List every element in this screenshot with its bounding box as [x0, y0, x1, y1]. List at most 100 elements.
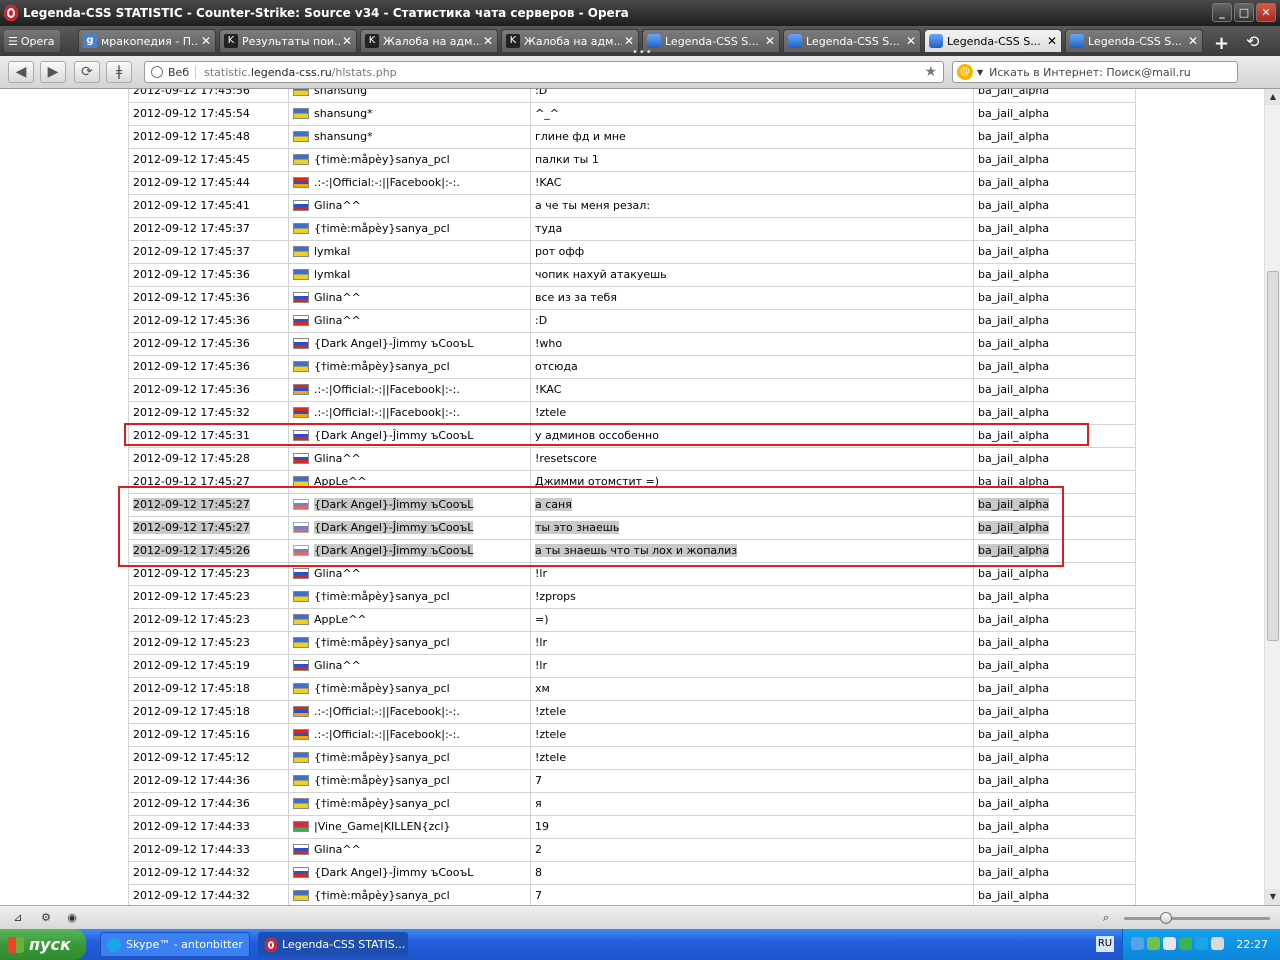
player-name[interactable]: {†imè:måpèy}sanya_pcl [314, 774, 450, 787]
tab-close-icon[interactable]: ✕ [763, 34, 777, 48]
volume-icon[interactable] [1211, 937, 1224, 950]
bookmark-star-icon[interactable]: ★ [924, 64, 937, 80]
player-name[interactable]: .:-:|Official:-:||Facebook|:-:. [314, 176, 460, 189]
player-name[interactable]: Glina^^ [314, 452, 361, 465]
closed-tabs-icon[interactable]: ⟲ [1246, 32, 1259, 51]
message-cell: :D [530, 89, 974, 103]
panel-toggle-icon[interactable]: ⊿ [10, 911, 26, 925]
map-cell: ba_jail_alpha [973, 585, 1136, 609]
player-name[interactable]: {†imè:måpèy}sanya_pcl [314, 889, 450, 902]
player-name[interactable]: {†imè:måpèy}sanya_pcl [314, 636, 450, 649]
search-engine-icon[interactable]: @ [957, 64, 973, 80]
player-name[interactable]: {Dark Angel}-Ĵimmy ъCooъL [314, 866, 473, 879]
player-name[interactable]: .:-:|Official:-:||Facebook|:-:. [314, 728, 460, 741]
message-cell: !ztele [530, 746, 974, 770]
player-name[interactable]: .:-:|Official:-:||Facebook|:-:. [314, 406, 460, 419]
chevron-down-icon[interactable]: ▼ [977, 68, 983, 77]
player-name[interactable]: {†imè:måpèy}sanya_pcl [314, 590, 450, 603]
player-name[interactable]: Glina^^ [314, 199, 361, 212]
vertical-scrollbar[interactable]: ▲ ▼ [1264, 89, 1280, 905]
maximize-button[interactable]: □ [1234, 3, 1254, 22]
player-name[interactable]: lymkal [314, 245, 350, 258]
start-button[interactable]: пуск [0, 929, 86, 960]
zoom-slider-thumb[interactable] [1160, 912, 1172, 924]
player-name[interactable]: Glina^^ [314, 567, 361, 580]
tab-close-icon[interactable]: ✕ [199, 34, 213, 48]
player-name[interactable]: .:-:|Official:-:||Facebook|:-:. [314, 383, 460, 396]
tab-close-icon[interactable]: ✕ [481, 34, 495, 48]
language-indicator[interactable]: RU [1096, 936, 1114, 952]
opera-menu-button[interactable]: ☰ Opera [4, 30, 60, 52]
player-name[interactable]: {†imè:måpèy}sanya_pcl [314, 797, 450, 810]
time-cell: 2012-09-12 17:44:36 [128, 792, 289, 816]
player-name[interactable]: lymkal [314, 268, 350, 281]
unite-icon[interactable]: ◉ [64, 911, 80, 925]
browser-tab[interactable]: Legenda-CSS S... ✕ [924, 29, 1062, 53]
antivirus-icon[interactable] [1147, 937, 1160, 950]
message-time: 2012-09-12 17:45:18 [133, 682, 250, 695]
player-name[interactable]: .:-:|Official:-:||Facebook|:-:. [314, 705, 460, 718]
country-flag-icon [293, 775, 309, 786]
scroll-up-icon[interactable]: ▲ [1265, 89, 1280, 105]
player-name[interactable]: {†imè:måpèy}sanya_pcl [314, 360, 450, 373]
player-name[interactable]: {†imè:måpèy}sanya_pcl [314, 153, 450, 166]
utorrent-icon[interactable] [1179, 937, 1192, 950]
opera-logo-icon [4, 5, 18, 21]
message-cell: 19 [530, 815, 974, 839]
tab-title: Результаты пои... [242, 34, 340, 48]
taskbar-item-opera[interactable]: Legenda-CSS STATIS... [258, 932, 408, 957]
minimize-button[interactable]: _ [1212, 3, 1232, 22]
browser-tab[interactable]: K Жалоба на адм... ✕ [360, 29, 498, 53]
new-tab-button[interactable]: + [1214, 33, 1229, 54]
map-name: ba_jail_alpha [978, 728, 1050, 741]
reload-button[interactable]: ⟳ [74, 61, 100, 83]
taskbar-item-skype[interactable]: Skype™ - antonbitter [100, 932, 250, 957]
search-input[interactable]: @ ▼ Искать в Интернет: Поиск@mail.ru [952, 61, 1238, 83]
scroll-down-icon[interactable]: ▼ [1265, 889, 1280, 905]
player-name[interactable]: Glina^^ [314, 843, 361, 856]
tab-close-icon[interactable]: ✕ [904, 34, 918, 48]
signal-icon[interactable] [1163, 937, 1176, 950]
turbo-icon[interactable]: ⚙ [38, 911, 54, 925]
player-name[interactable]: Glina^^ [314, 659, 361, 672]
time-cell: 2012-09-12 17:45:36 [128, 355, 289, 379]
zoom-icon[interactable]: ⌕ [1098, 911, 1114, 925]
player-name[interactable]: {Dark Angel}-Ĵimmy ъCooъL [314, 337, 473, 350]
player-name[interactable]: AppLe^^ [314, 613, 367, 626]
forward-button[interactable]: ▶ [40, 61, 66, 83]
url-input[interactable]: Веб statistic. legenda-css.ru /hlstats.p… [144, 61, 944, 83]
player-cell: {†imè:måpèy}sanya_pcl [288, 792, 531, 816]
tab-close-icon[interactable]: ✕ [622, 34, 636, 48]
tab-close-icon[interactable]: ✕ [340, 34, 354, 48]
network-icon[interactable] [1131, 937, 1144, 950]
close-button[interactable]: ✕ [1256, 3, 1276, 22]
skype-tray-icon[interactable] [1195, 937, 1208, 950]
player-name[interactable]: {†imè:måpèy}sanya_pcl [314, 682, 450, 695]
browser-tab[interactable]: Legenda-CSS S... ✕ [642, 29, 780, 53]
browser-tab[interactable]: Legenda-CSS S... ✕ [783, 29, 921, 53]
scroll-thumb[interactable] [1267, 271, 1279, 641]
player-name[interactable]: {†imè:måpèy}sanya_pcl [314, 222, 450, 235]
player-name[interactable]: shansung [314, 89, 367, 97]
time-cell: 2012-09-12 17:45:16 [128, 723, 289, 747]
browser-tab[interactable]: g мракопедия - П... ✕ [78, 29, 216, 53]
tab-close-icon[interactable]: ✕ [1045, 34, 1059, 48]
browser-tab[interactable]: K Результаты пои... ✕ [219, 29, 357, 53]
table-row: 2012-09-12 17:44:32 {†imè:måpèy}sanya_pcl… [128, 884, 1136, 905]
player-name[interactable]: shansung* [314, 130, 373, 143]
tab-close-icon[interactable]: ✕ [1186, 34, 1200, 48]
player-name[interactable]: {†imè:måpèy}sanya_pcl [314, 751, 450, 764]
wand-button[interactable]: ǂ [106, 61, 132, 83]
player-cell: shansung* [288, 125, 531, 149]
player-name[interactable]: shansung* [314, 107, 373, 120]
player-name[interactable]: Glina^^ [314, 291, 361, 304]
player-name[interactable]: |Vine_Game|KILLEN{zcl} [314, 820, 451, 833]
message-time: 2012-09-12 17:45:16 [133, 728, 250, 741]
browser-tab[interactable]: Legenda-CSS S... ✕ [1065, 29, 1203, 53]
zoom-slider[interactable] [1124, 912, 1270, 924]
country-flag-icon [293, 384, 309, 395]
browser-tab[interactable]: K Жалоба на адм... ✕ [501, 29, 639, 53]
message-cell: все из за тебя [530, 286, 974, 310]
player-name[interactable]: Glina^^ [314, 314, 361, 327]
back-button[interactable]: ◀ [8, 61, 34, 83]
